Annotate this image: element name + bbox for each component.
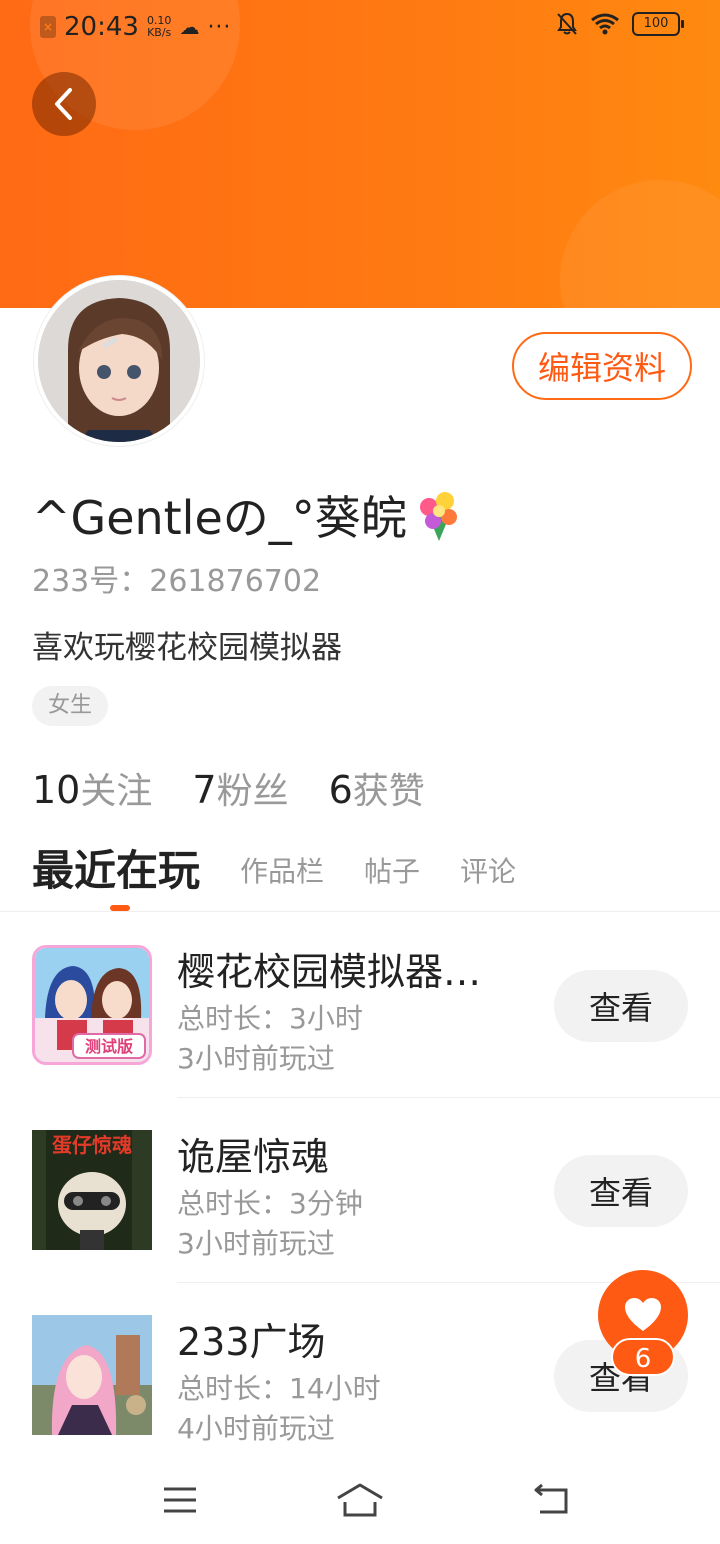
game-badge-text: 蛋仔惊魂 bbox=[52, 1133, 132, 1157]
cloud-icon: ☁ bbox=[179, 15, 200, 39]
profile-tabs: 最近在玩 作品栏 帖子 评论 bbox=[32, 842, 516, 902]
bell-muted-icon bbox=[557, 12, 577, 35]
user-bio: 喜欢玩樱花校园模拟器 bbox=[32, 630, 342, 666]
profile-stats: 10关注 7粉丝 6获赞 bbox=[32, 762, 425, 814]
stat-followers[interactable]: 7粉丝 bbox=[192, 762, 288, 814]
more-icon: ··· bbox=[207, 14, 232, 40]
game-duration: 总时长：3分钟 bbox=[177, 1187, 363, 1220]
list-item[interactable]: 测试版 樱花校园模拟器… 总时长：3小时 3小时前玩过 查看 bbox=[0, 945, 720, 1129]
status-time: 20:43 bbox=[64, 12, 139, 42]
game-name: 诡屋惊魂 bbox=[177, 1135, 330, 1179]
stat-following[interactable]: 10关注 bbox=[32, 762, 152, 814]
view-button[interactable]: 查看 bbox=[554, 1155, 688, 1227]
home-icon[interactable] bbox=[335, 1480, 385, 1520]
game-last-played: 3小时前玩过 bbox=[177, 1227, 335, 1260]
system-navigation-bar bbox=[0, 1460, 720, 1544]
profile-nickname: ^Gentleの_°葵皖 bbox=[32, 482, 467, 548]
edit-profile-button[interactable]: 编辑资料 bbox=[512, 332, 692, 400]
bouquet-icon bbox=[419, 492, 457, 541]
game-last-played: 3小时前玩过 bbox=[177, 1042, 335, 1075]
tab-posts[interactable]: 帖子 bbox=[364, 850, 420, 902]
tab-works[interactable]: 作品栏 bbox=[240, 850, 324, 902]
game-name: 樱花校园模拟器… bbox=[177, 950, 482, 994]
heart-icon bbox=[625, 1298, 661, 1331]
like-count-badge: 6 bbox=[611, 1338, 675, 1376]
game-thumbnail: 蛋仔惊魂 bbox=[32, 1130, 152, 1250]
divider bbox=[0, 911, 720, 912]
battery-icon: 100 bbox=[632, 12, 684, 36]
game-duration: 总时长：14小时 bbox=[177, 1372, 381, 1405]
game-badge-text: 测试版 bbox=[85, 1037, 133, 1056]
wifi-icon bbox=[591, 13, 619, 35]
chevron-left-icon bbox=[55, 88, 72, 120]
avatar-image bbox=[38, 280, 200, 442]
stat-likes[interactable]: 6获赞 bbox=[329, 762, 425, 814]
tab-comments[interactable]: 评论 bbox=[460, 850, 516, 902]
notification-icon: × bbox=[40, 16, 56, 38]
game-name: 233广场 bbox=[177, 1320, 326, 1364]
status-bar: × 20:43 0.10 KB/s ☁ ··· 100 bbox=[0, 0, 720, 56]
game-thumbnail bbox=[32, 1315, 152, 1435]
game-duration: 总时长：3小时 bbox=[177, 1002, 363, 1035]
tab-recently-played[interactable]: 最近在玩 bbox=[32, 837, 200, 902]
divider bbox=[177, 1097, 720, 1098]
user-id: 233号：261876702 bbox=[32, 564, 322, 599]
back-button[interactable] bbox=[32, 72, 96, 136]
back-nav-icon[interactable] bbox=[525, 1480, 575, 1520]
menu-icon[interactable] bbox=[155, 1480, 205, 1520]
banner-decoration bbox=[560, 180, 720, 308]
gender-tag: 女生 bbox=[32, 686, 109, 726]
game-last-played: 4小时前玩过 bbox=[177, 1412, 335, 1445]
view-button[interactable]: 查看 bbox=[554, 970, 688, 1042]
game-thumbnail: 测试版 bbox=[32, 945, 152, 1065]
network-speed: 0.10 KB/s bbox=[146, 14, 172, 39]
avatar[interactable] bbox=[34, 276, 204, 446]
